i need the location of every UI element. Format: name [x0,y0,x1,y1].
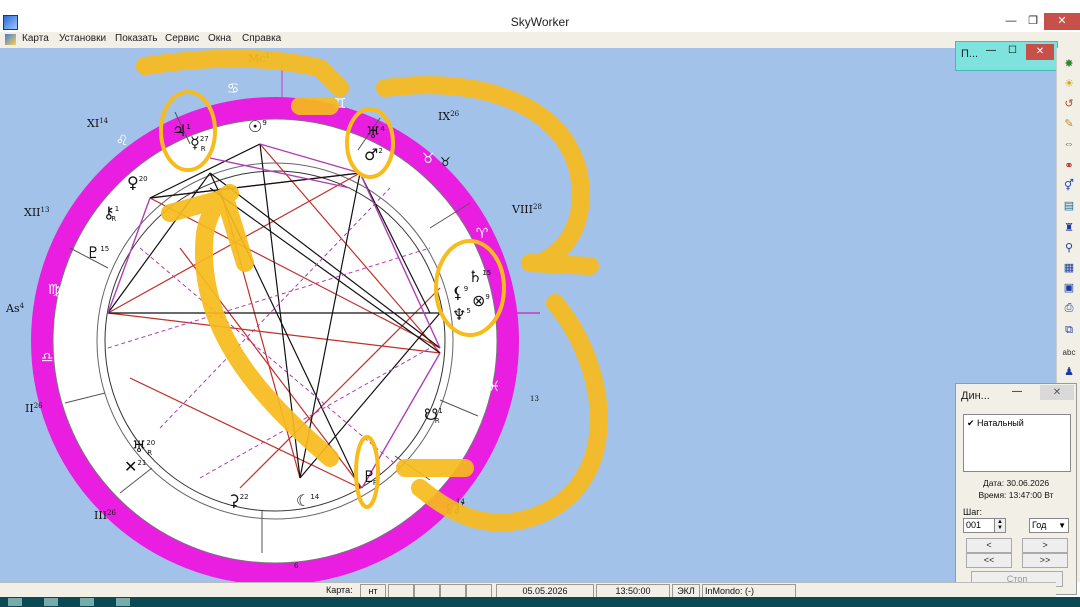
mini-window-minimize[interactable]: — [986,45,996,56]
calendar-icon[interactable]: ▣ [1060,280,1078,297]
menu-ustanovki[interactable]: Установки [59,33,106,44]
scale-icon[interactable]: ⇔ [1060,136,1078,153]
dynamics-panel: Дин... — ✕ ✔ Натальный Дата: 30.06.2026 … [955,383,1077,595]
magnifier-icon[interactable]: ⚲ [1060,240,1078,257]
mini-window-close[interactable]: ✕ [1026,44,1054,60]
status-map-type: нт [360,584,386,598]
sign-taurus: ♉ [422,151,435,167]
dynamics-close[interactable]: ✕ [1040,385,1074,400]
abc-icon[interactable]: abc [1060,344,1078,361]
planet-mercury-sign: ♉ [440,155,451,169]
label-house-12: XII13 [24,206,49,219]
menu-bar: Карта Установки Показать Сервис Окна Спр… [0,32,1080,49]
sign-libra: ♎ [41,350,54,366]
undo-icon[interactable]: ↺ [1060,96,1078,113]
gender-icon[interactable]: ⚥ [1060,178,1078,195]
status-empty-2 [414,584,440,598]
figure-icon[interactable]: ♟ [1060,364,1078,381]
mini-window-maximize[interactable]: ☐ [1008,45,1017,56]
label-asc: As4 [5,302,25,315]
status-time: 13:50:00 [596,584,670,598]
start-icon[interactable] [8,598,22,606]
os-taskbar [0,597,1080,607]
taskbar-app-1[interactable] [44,598,58,606]
natal-chart[interactable]: ♋ ♌ ♍ ♎ ♏ ♐ ♑ ♒ ♓ ♈ ♉ ♊ Mc1 IX26 VIII28 … [0,48,1056,582]
taskbar-app-3[interactable] [116,598,130,606]
step-back-button[interactable]: < [966,538,1012,553]
step-forward-button[interactable]: > [1022,538,1068,553]
export-icon[interactable]: ⧉ [1060,322,1078,339]
sun-icon[interactable]: ☀ [1060,76,1078,93]
printer-icon[interactable]: ⎙ [1060,300,1078,317]
label-house-5-degree: 6 [294,562,299,570]
title-bar: SkyWorker — ❐ ✕ [0,12,1080,32]
label-house-11: XI14 [87,117,109,130]
sign-pisces: ♓ [488,379,501,395]
fast-back-button[interactable]: << [966,553,1012,568]
sign-scorpio: ♏ [97,459,110,475]
taskbar-app-2[interactable] [80,598,94,606]
status-map-label: Карта: [326,585,353,595]
status-empty-1 [388,584,414,598]
chevron-down-icon: ▼ [1058,521,1066,530]
close-button[interactable]: ✕ [1044,13,1080,30]
label-house-2: II26 [25,402,43,415]
sign-cancer: ♋ [227,81,240,97]
fast-forward-button[interactable]: >> [1022,553,1068,568]
status-coords: ЭКЛ [672,584,700,598]
mini-window[interactable]: П... — ☐ ✕ [955,41,1058,71]
dynamics-title: Дин... [961,390,990,402]
menu-pokazat[interactable]: Показать [115,33,158,44]
document-icon[interactable]: ▦ [1060,260,1078,277]
minimize-button[interactable]: — [1000,13,1022,30]
window-title: SkyWorker [510,15,570,29]
list-item[interactable]: ✔ Натальный [967,418,1024,429]
dynamics-time: Время: 13:47:00 Вт [978,490,1054,500]
rings-icon[interactable]: ⚭ [1060,158,1078,175]
ruler-icon[interactable]: ▤ [1060,198,1078,215]
sign-aries: ♈ [476,226,489,242]
status-empty-4 [466,584,492,598]
pencil-icon[interactable]: ✎ [1060,116,1078,133]
sign-sagittarius: ♐ [197,524,210,540]
step-unit-select[interactable]: Год ▼ [1029,518,1069,533]
sign-leo: ♌ [116,133,129,149]
mini-window-title: П... [961,48,979,60]
dynamics-list[interactable]: ✔ Натальный [963,414,1071,472]
step-input[interactable]: 001 [963,518,995,533]
menu-okna[interactable]: Окна [208,33,231,44]
label-house-9: IX26 [438,110,460,123]
label-house-8: VIII28 [511,203,542,216]
label-house-7-degree: 13 [530,395,539,403]
step-unit-value: Год [1032,520,1047,530]
annotation-arrow-top [136,49,349,97]
chart-workspace[interactable]: ♋ ♌ ♍ ♎ ♏ ♐ ♑ ♒ ♓ ♈ ♉ ♊ Mc1 IX26 VIII28 … [0,48,1056,582]
sign-capricorn: ♑ [314,531,327,547]
menu-servis[interactable]: Сервис [165,33,199,44]
runner-icon[interactable]: ♜ [1060,220,1078,237]
bug-icon[interactable]: ✸ [1060,56,1078,73]
status-bar: Карта: нт 05.05.2026 13:50:00 ЭКЛ InMond… [0,582,1056,598]
sign-virgo: ♍ [48,282,61,298]
annotation-arrow-right-head [521,254,599,275]
status-date: 05.05.2026 [496,584,594,598]
step-spinner[interactable]: ▲ ▼ [994,518,1006,533]
status-empty-3 [440,584,466,598]
maximize-button[interactable]: ❐ [1022,13,1044,30]
status-place: InMondo: (-) [702,584,796,598]
step-label: Шаг: [963,507,983,517]
menu-spravka[interactable]: Справка [242,33,281,44]
dynamics-date: Дата: 30.06.2026 [982,478,1050,488]
menu-karta[interactable]: Карта [22,33,49,44]
dynamics-minimize[interactable]: — [1012,386,1022,397]
menu-app-icon[interactable] [5,34,16,45]
